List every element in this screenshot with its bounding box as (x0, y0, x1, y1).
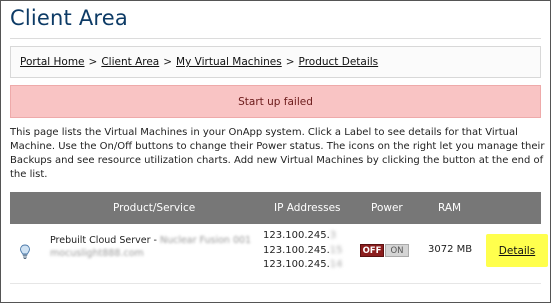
lightbulb-icon[interactable] (19, 244, 31, 260)
breadcrumb-separator: > (163, 56, 173, 68)
breadcrumb-my-virtual-machines[interactable]: My Virtual Machines (176, 56, 282, 68)
column-header-ram: RAM (438, 202, 462, 214)
breadcrumb-product-details[interactable]: Product Details (299, 56, 379, 68)
column-header-power: Power (371, 202, 403, 214)
table-bottom-divider (10, 283, 541, 284)
power-toggle: OFF ON (360, 244, 409, 257)
table-row: Prebuilt Cloud Server - Nuclear Fusion 0… (10, 224, 548, 276)
power-on-button[interactable]: ON (385, 244, 409, 257)
table-header: Product/Service IP Addresses Power RAM (10, 192, 541, 224)
title-divider (10, 38, 541, 39)
ram-value: 3072 MB (428, 244, 473, 255)
ip-address: 123.100.245.15 (263, 244, 343, 256)
product-cell: Prebuilt Cloud Server - Nuclear Fusion 0… (50, 234, 251, 260)
alert-message: Start up failed (238, 95, 313, 108)
product-hidden-name: Nuclear Fusion 001 (159, 235, 252, 246)
breadcrumb-separator: > (88, 56, 98, 68)
product-domain: mocuslight888.com (50, 248, 144, 259)
details-highlight: Details (486, 234, 548, 267)
breadcrumb: Portal Home > Client Area > My Virtual M… (10, 46, 541, 78)
column-header-product: Product/Service (113, 202, 196, 214)
error-alert: Start up failed (10, 85, 541, 118)
column-header-ip: IP Addresses (274, 202, 341, 214)
power-off-button[interactable]: OFF (360, 244, 384, 257)
intro-text: This page lists the Virtual Machines in … (10, 127, 545, 180)
ip-addresses-cell: 123.100.245.3 123.100.245.15 123.100.245… (263, 229, 343, 273)
breadcrumb-separator: > (285, 56, 295, 68)
vm-table: Product/Service IP Addresses Power RAM P… (10, 192, 548, 276)
breadcrumb-portal-home[interactable]: Portal Home (20, 56, 85, 68)
details-link[interactable]: Details (499, 245, 535, 257)
ip-address: 123.100.245.3 (263, 230, 337, 241)
page-title: Client Area (10, 6, 128, 30)
breadcrumb-client-area[interactable]: Client Area (101, 56, 159, 68)
ip-address: 123.100.245.14 (263, 259, 343, 270)
product-name: Prebuilt Cloud Server - (50, 235, 157, 246)
